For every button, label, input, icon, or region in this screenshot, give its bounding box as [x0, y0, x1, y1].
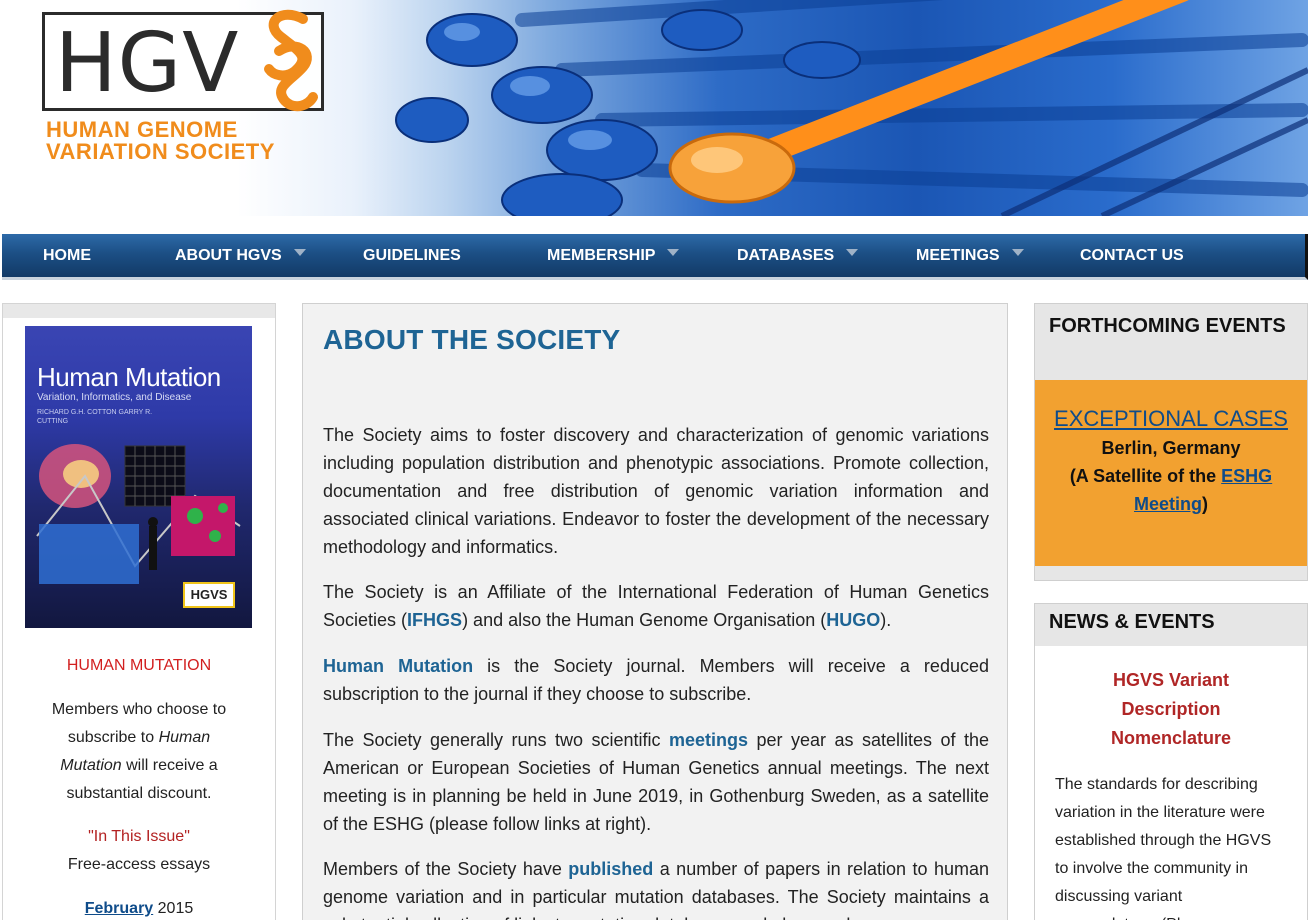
main-navigation: HOME ABOUT HGVS GUIDELINES MEMBERSHIP DA…: [2, 234, 1308, 280]
publications-text-1: Members of the Society have: [323, 859, 569, 879]
in-this-issue-heading: "In This Issue": [3, 823, 275, 851]
journal-cover-image[interactable]: Human Mutation Variation, Informatics, a…: [25, 326, 252, 628]
forthcoming-events-panel: FORTHCOMING EVENTS EXCEPTIONAL CASES Ber…: [1034, 303, 1308, 581]
nav-databases[interactable]: DATABASES: [737, 234, 859, 278]
satellite-text-2: ): [1202, 494, 1208, 514]
nav-databases-label: DATABASES: [737, 247, 835, 264]
hugo-link[interactable]: HUGO: [826, 610, 880, 630]
meetings-paragraph: The Society generally runs two scientifi…: [323, 726, 989, 838]
journal-paragraph: Human Mutation is the Society journal. M…: [323, 652, 989, 708]
affiliation-text-2: ) and also the Human Genome Organisation…: [462, 610, 827, 630]
published-link[interactable]: published: [568, 859, 653, 879]
issue-year: 2015: [153, 900, 194, 917]
forthcoming-events-heading: FORTHCOMING EVENTS: [1049, 315, 1286, 337]
human-mutation-link[interactable]: Human Mutation: [323, 656, 473, 676]
quote-close: ": [184, 828, 190, 845]
nav-contact-us[interactable]: CONTACT US: [1080, 234, 1184, 278]
nav-home-label: HOME: [43, 247, 91, 264]
main-content: ABOUT THE SOCIETY The Society aims to fo…: [302, 303, 1008, 920]
satellite-text-1: (A Satellite of the: [1069, 466, 1222, 486]
dropdown-caret-icon: [1011, 249, 1024, 257]
nav-guidelines[interactable]: GUIDELINES: [363, 234, 461, 278]
event-card: EXCEPTIONAL CASES Berlin, Germany (A Sat…: [1035, 380, 1307, 566]
news-events-panel: NEWS & EVENTS HGVS Variant Description N…: [1034, 603, 1308, 920]
nav-meetings[interactable]: MEETINGS: [916, 234, 1024, 278]
ifhgs-link[interactable]: IFHGS: [407, 610, 462, 630]
meetings-text-1: The Society generally runs two scientifi…: [323, 730, 669, 750]
hgvs-logo[interactable]: HGV: [42, 9, 324, 112]
dropdown-caret-icon: [293, 249, 306, 257]
nav-contact-us-label: CONTACT US: [1080, 247, 1184, 264]
nav-guidelines-label: GUIDELINES: [363, 247, 461, 264]
affiliation-text-3: ).: [880, 610, 892, 630]
nav-home[interactable]: HOME: [43, 234, 91, 278]
header-banner: HGV HUMAN GENOME VARIATION SOCIETY: [2, 0, 1308, 216]
news-events-heading: NEWS & EVENTS: [1049, 611, 1215, 633]
nav-meetings-label: MEETINGS: [916, 247, 1000, 264]
news-item-body: The standards for describing variation i…: [1055, 776, 1272, 920]
society-aims-paragraph: The Society aims to foster discovery and…: [323, 425, 989, 557]
event-title-link[interactable]: EXCEPTIONAL CASES: [1035, 406, 1307, 432]
left-sidebar-content: Human Mutation Variation, Informatics, a…: [3, 318, 275, 920]
dropdown-caret-icon: [846, 249, 859, 257]
event-satellite-note: (A Satellite of the ESHG Meeting): [1035, 462, 1307, 518]
meetings-link[interactable]: meetings: [669, 730, 748, 750]
news-item-title[interactable]: HGVS Variant Description Nomenclature: [1085, 666, 1257, 753]
human-mutation-heading: HUMAN MUTATION: [66, 657, 212, 674]
human-mutation-description: Members who choose to subscribe to Human…: [3, 696, 275, 808]
logo-text-line-2: VARIATION SOCIETY: [46, 139, 275, 164]
event-location: Berlin, Germany: [1101, 438, 1241, 458]
publications-paragraph: Members of the Society have published a …: [323, 855, 989, 920]
issue-month-link[interactable]: February: [85, 900, 153, 917]
affiliation-paragraph: The Society is an Affiliate of the Inter…: [323, 578, 989, 634]
logo-letters: HGV: [55, 16, 240, 111]
cover-hgvs-badge: HGVS: [183, 582, 235, 608]
page-title: ABOUT THE SOCIETY: [323, 324, 621, 355]
in-this-issue-label: In This Issue: [93, 828, 185, 845]
free-access-essays-text: Free-access essays: [67, 856, 211, 873]
dropdown-caret-icon: [667, 249, 680, 257]
nav-membership[interactable]: MEMBERSHIP: [547, 234, 680, 278]
nav-about-hgvs[interactable]: ABOUT HGVS: [175, 234, 306, 278]
left-sidebar: Human Mutation Variation, Informatics, a…: [2, 303, 276, 920]
nav-about-hgvs-label: ABOUT HGVS: [175, 247, 282, 264]
logo-section-sign-icon: [264, 9, 318, 112]
issue-date: February 2015: [3, 895, 275, 920]
nav-membership-label: MEMBERSHIP: [547, 247, 656, 264]
